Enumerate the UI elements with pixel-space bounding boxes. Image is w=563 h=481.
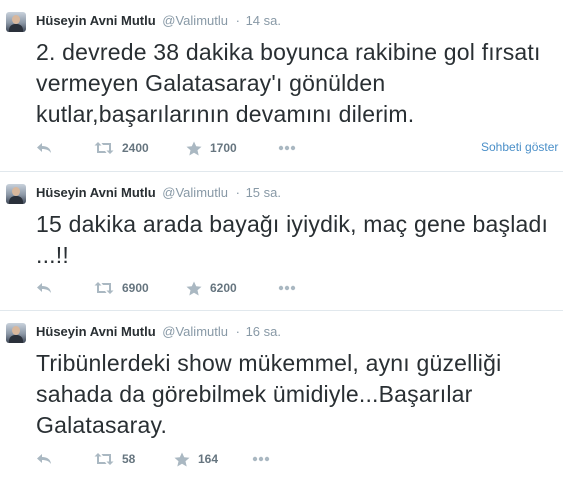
tweet-text: 15 dakika arada bayağı iyiydik, maç gene… xyxy=(36,211,549,268)
tweet[interactable]: Hüseyin Avni Mutlu @Valimutlu · 14 sa. 2… xyxy=(0,0,563,172)
reply-arrow-icon xyxy=(36,281,52,295)
author-fullname[interactable]: Hüseyin Avni Mutlu xyxy=(36,13,156,28)
retweet-icon xyxy=(94,281,114,295)
retweet-count: 6900 xyxy=(122,281,149,295)
star-icon xyxy=(186,141,202,156)
reply-arrow-icon xyxy=(36,141,52,155)
reply-arrow-icon xyxy=(36,452,52,466)
retweet-icon xyxy=(94,452,114,466)
tweet-text: Tribünlerdeki show mükemmel, aynı güzell… xyxy=(36,350,502,438)
star-icon xyxy=(174,452,190,467)
favorite-button[interactable]: 164 xyxy=(174,449,218,469)
tweet-timestamp[interactable]: 16 sa. xyxy=(246,324,281,339)
author-fullname[interactable]: Hüseyin Avni Mutlu xyxy=(36,185,156,200)
avatar-body xyxy=(9,196,23,204)
favorite-count: 164 xyxy=(198,452,219,466)
separator-dot: · xyxy=(235,324,240,339)
more-button[interactable] xyxy=(278,278,296,298)
tweet-text: 2. devrede 38 dakika boyunca rakibine go… xyxy=(36,39,541,127)
tweet-header: Hüseyin Avni Mutlu @Valimutlu · 16 sa. xyxy=(36,324,281,340)
ellipsis-icon xyxy=(252,456,270,462)
avatar-head xyxy=(12,187,20,196)
tweet-timestamp[interactable]: 15 sa. xyxy=(246,185,281,200)
more-button[interactable] xyxy=(252,449,270,469)
author-username[interactable]: @Valimutlu xyxy=(162,324,228,339)
separator-dot: · xyxy=(235,185,240,200)
retweet-count: 2400 xyxy=(122,141,149,155)
avatar[interactable] xyxy=(6,323,26,343)
reply-button[interactable] xyxy=(36,138,52,158)
avatar-head xyxy=(12,15,20,24)
avatar-body xyxy=(9,24,23,32)
tweet-header: Hüseyin Avni Mutlu @Valimutlu · 15 sa. xyxy=(36,185,281,201)
avatar-body xyxy=(9,335,23,343)
ellipsis-icon xyxy=(278,145,296,151)
reply-button[interactable] xyxy=(36,278,52,298)
tweet[interactable]: Hüseyin Avni Mutlu @Valimutlu · 15 sa. 1… xyxy=(0,172,563,311)
favorite-button[interactable]: 1700 xyxy=(186,138,237,158)
show-conversation-link[interactable]: Sohbeti göster xyxy=(481,140,558,154)
more-button[interactable] xyxy=(278,138,296,158)
author-username[interactable]: @Valimutlu xyxy=(162,13,228,28)
author-fullname[interactable]: Hüseyin Avni Mutlu xyxy=(36,324,156,339)
separator-dot: · xyxy=(235,13,240,28)
avatar[interactable] xyxy=(6,184,26,204)
tweet-timestamp[interactable]: 14 sa. xyxy=(246,13,281,28)
retweet-button[interactable]: 58 xyxy=(94,449,135,469)
star-icon xyxy=(186,281,202,296)
avatar-head xyxy=(12,326,20,335)
retweet-button[interactable]: 2400 xyxy=(94,138,149,158)
retweet-icon xyxy=(94,141,114,155)
ellipsis-icon xyxy=(278,285,296,291)
author-username[interactable]: @Valimutlu xyxy=(162,185,228,200)
favorite-count: 6200 xyxy=(210,281,237,295)
tweet[interactable]: Hüseyin Avni Mutlu @Valimutlu · 16 sa. T… xyxy=(0,311,563,481)
favorite-count: 1700 xyxy=(210,141,237,155)
favorite-button[interactable]: 6200 xyxy=(186,278,237,298)
tweet-timeline: Hüseyin Avni Mutlu @Valimutlu · 14 sa. 2… xyxy=(0,0,563,481)
reply-button[interactable] xyxy=(36,449,52,469)
retweet-button[interactable]: 6900 xyxy=(94,278,149,298)
retweet-count: 58 xyxy=(122,452,136,466)
avatar[interactable] xyxy=(6,12,26,32)
tweet-header: Hüseyin Avni Mutlu @Valimutlu · 14 sa. xyxy=(36,13,281,29)
